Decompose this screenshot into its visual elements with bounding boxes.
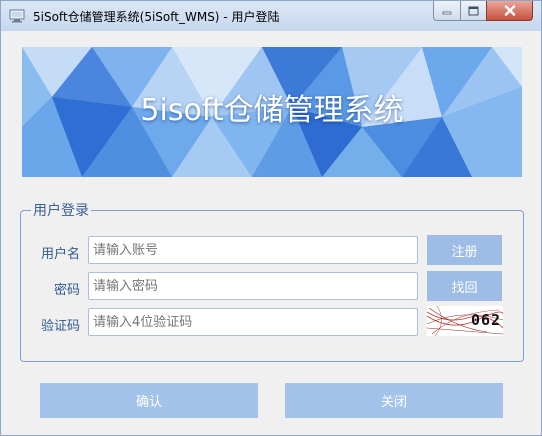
- recover-button[interactable]: 找回: [427, 271, 502, 301]
- close-icon: [504, 5, 515, 16]
- minimize-button[interactable]: [433, 1, 461, 21]
- minimize-icon: [442, 11, 452, 14]
- username-label: 用户名: [40, 247, 80, 262]
- password-label: 密码: [53, 283, 80, 298]
- confirm-button[interactable]: 确认: [40, 383, 258, 418]
- app-icon: [9, 9, 25, 23]
- banner-title: 5isoft仓储管理系统: [140, 93, 404, 128]
- content-area: 5isoft仓储管理系统 用户登录 用户名 注册 密码 找回 验证码: [8, 31, 533, 429]
- login-group: 用户登录 用户名 注册 密码 找回 验证码 062: [20, 200, 524, 362]
- login-window: 5iSoft仓储管理系统(5iSoft_WMS) - 用户登陆 5isoft仓储…: [0, 0, 542, 436]
- username-input[interactable]: [88, 236, 418, 264]
- captcha-label: 验证码: [40, 319, 80, 334]
- captcha-input[interactable]: [88, 308, 418, 336]
- close-window-button[interactable]: [486, 1, 533, 21]
- window-title: 5iSoft仓储管理系统(5iSoft_WMS) - 用户登陆: [33, 10, 280, 24]
- maximize-icon: [468, 6, 479, 15]
- close-button[interactable]: 关闭: [285, 383, 503, 418]
- captcha-text: 062: [471, 311, 502, 329]
- captcha-image[interactable]: 062: [426, 305, 504, 337]
- register-button[interactable]: 注册: [427, 235, 502, 265]
- maximize-button[interactable]: [460, 1, 487, 21]
- password-input[interactable]: [88, 272, 418, 300]
- banner: 5isoft仓储管理系统: [22, 47, 522, 177]
- login-group-legend: 用户登录: [31, 200, 91, 220]
- title-bar[interactable]: 5iSoft仓储管理系统(5iSoft_WMS) - 用户登陆: [1, 1, 541, 31]
